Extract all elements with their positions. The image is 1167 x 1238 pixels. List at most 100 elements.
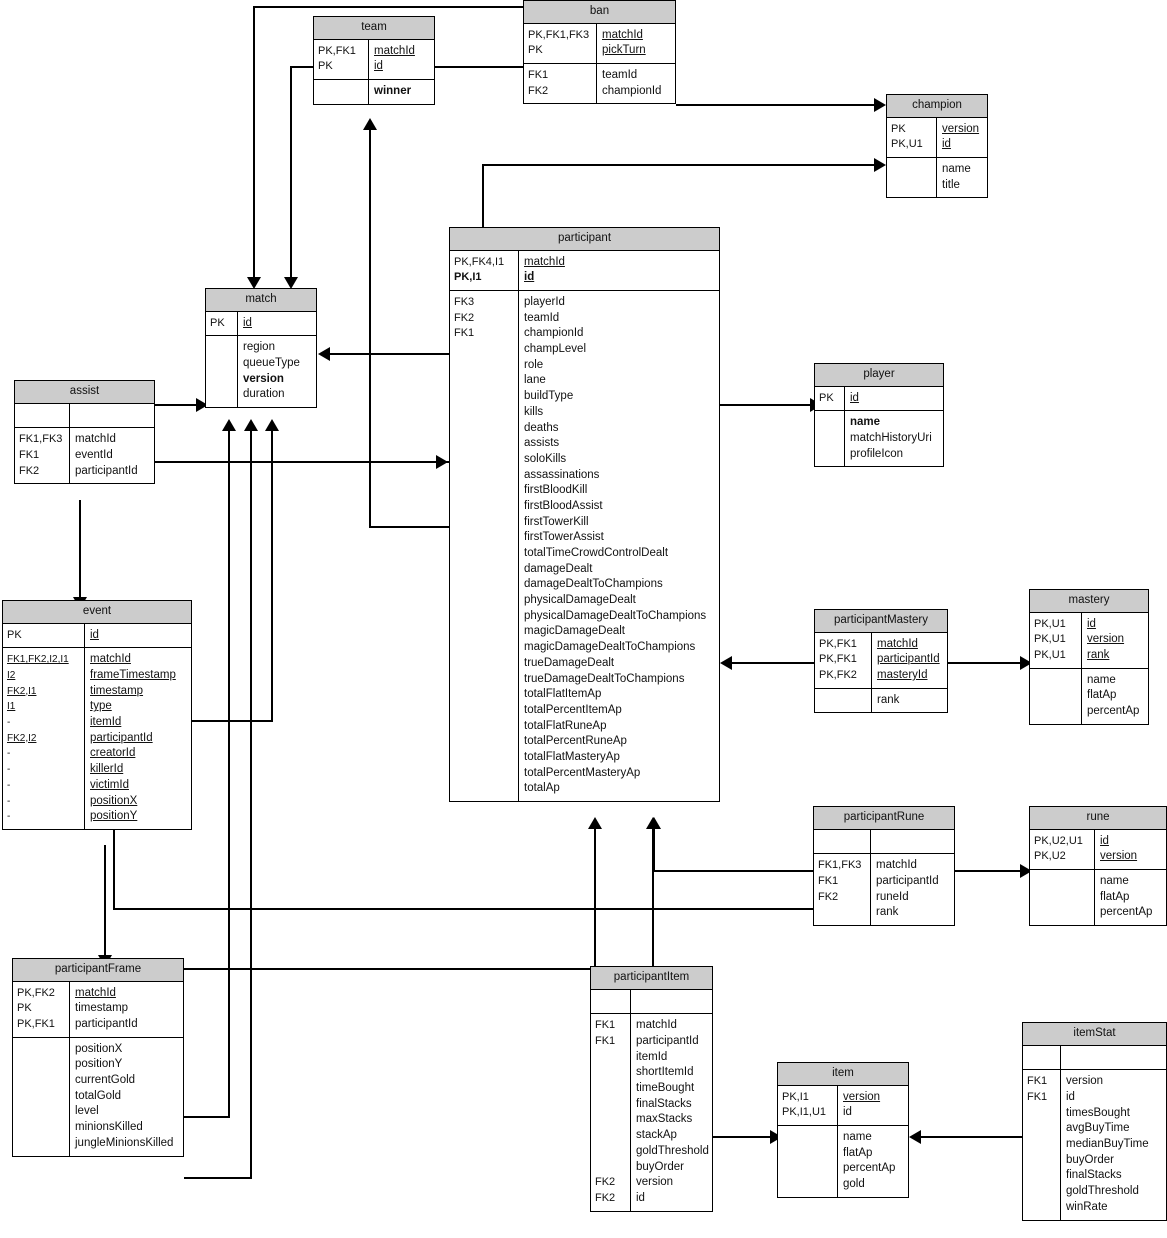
entity-rune-attr-attrs: name flatAp percentAp [1100, 875, 1153, 919]
entity-team-attr-section: winner [314, 80, 434, 104]
arrow-pframe-match-1 [222, 419, 236, 431]
entity-player-attr-attrs: name matchHistoryUri profileIcon [850, 416, 932, 460]
entity-participantmastery-attr-attrs: rank [877, 693, 900, 706]
entity-champion-title: champion [887, 95, 987, 118]
entity-rune[interactable]: rune PK,U2,U1 PK,U2 id version name flatAp… [1029, 806, 1167, 927]
entity-player[interactable]: player PK id name matchHistoryUri profil… [814, 363, 944, 468]
entity-event-pk-section: PK id [3, 623, 191, 649]
entity-assist-title: assist [15, 381, 154, 404]
entity-participantitem-attr-section: FK1 FK1 FK2 FK2 matchId participantId it… [591, 1014, 712, 1211]
entity-assist[interactable]: assist FK1,FK3 FK1 FK2 matchId eventId parti… [14, 380, 155, 485]
entity-participantitem[interactable]: participantItem FK1 FK1 FK2 FK2 matchId … [590, 966, 713, 1212]
entity-ban-attr-keys: FK1 FK2 [524, 64, 597, 104]
entity-match[interactable]: match PK id region queueType version dur… [205, 288, 317, 409]
entity-participantrune-attr-keys: FK1,FK3 FK1 FK2 [814, 854, 871, 926]
entity-player-pk-section: PK id [815, 386, 943, 412]
entity-itemstat-title: itemStat [1023, 1023, 1166, 1046]
entity-champion-attr-section: name title [887, 158, 987, 198]
entity-ban-attr-attrs: teamId championId [602, 69, 662, 97]
entity-participantmastery-attr-section: rank [815, 688, 947, 713]
entity-rune-attr-keys [1030, 870, 1095, 926]
entity-match-title: match [206, 289, 316, 312]
entity-mastery[interactable]: mastery PK,U1 PK,U1 PK,U1 id version ran… [1029, 589, 1149, 725]
entity-item-pk-keys: PK,I1 PK,I1,U1 [778, 1085, 838, 1126]
entity-participantmastery-attr-keys [815, 688, 872, 713]
arrow-participant-match [318, 347, 330, 361]
entity-participantmastery-pk-attrs: matchId participantId masteryId [877, 637, 940, 682]
entity-player-attr-section: name matchHistoryUri profileIcon [815, 411, 943, 467]
entity-match-attr-attrs: region queueType version duration [243, 341, 300, 401]
entity-team-pk-attrs: matchId id [374, 44, 415, 73]
entity-event[interactable]: event PK id FK1,FK2,I2,I1 I2 FK2,I1 I1 -… [2, 600, 192, 830]
entity-participant[interactable]: participant PK,FK4,I1 PK,I1 matchId id FK3… [449, 227, 720, 803]
entity-item-title: item [778, 1063, 908, 1086]
entity-rune-pk-section: PK,U2,U1 PK,U2 id version [1030, 829, 1166, 871]
entity-event-attr-attrs: matchId frameTimestamp timestamp type it… [90, 653, 176, 823]
entity-rune-attr-section: name flatAp percentAp [1030, 870, 1166, 926]
entity-item[interactable]: item PK,I1 PK,I1,U1 version id name flatAp… [777, 1062, 909, 1198]
line-participant-team-v [369, 130, 371, 527]
entity-event-attr-section: FK1,FK2,I2,I1 I2 FK2,I1 I1 - FK2,I2 - - … [3, 648, 191, 829]
entity-participant-attr-keys: FK3 FK2 FK1 [450, 291, 519, 802]
entity-ban-pk-keys: PK,FK1,FK3 PK [524, 23, 597, 64]
entity-rune-pk-keys: PK,U2,U1 PK,U2 [1030, 829, 1095, 870]
entity-mastery-attr-keys [1030, 668, 1082, 724]
entity-participantitem-pk-attrs [631, 990, 712, 1014]
line-event-match-v [271, 430, 273, 722]
line-assist-participant [155, 461, 450, 463]
line-participant-champion-h [482, 164, 876, 166]
line-pframe-match-h1 [184, 1116, 230, 1118]
arrow-event-match [265, 419, 279, 431]
line-pmastery-participant [732, 662, 814, 664]
entity-participantrune[interactable]: participantRune FK1,FK3 FK1 FK2 matchId … [813, 806, 955, 927]
entity-participantmastery-pk-section: PK,FK1 PK,FK1 PK,FK2 matchId participant… [815, 632, 947, 689]
entity-mastery-attr-section: name flatAp percentAp [1030, 668, 1148, 724]
entity-assist-pk-attrs [70, 404, 154, 428]
entity-participantrune-pk-attrs [871, 830, 954, 854]
entity-assist-attr-section: FK1,FK3 FK1 FK2 matchId eventId participantI… [15, 428, 154, 484]
entity-itemstat-attr-attrs: version id timesBought avgBuyTime median… [1066, 1075, 1149, 1213]
entity-assist-pk-keys [15, 403, 70, 428]
entity-event-attr-keys: FK1,FK2,I2,I1 I2 FK2,I1 I1 - FK2,I2 - - … [3, 648, 85, 829]
line-assist-event [79, 500, 81, 600]
line-pmastery-mastery [948, 662, 1024, 664]
entity-match-pk-section: PK id [206, 311, 316, 337]
entity-itemstat[interactable]: itemStat FK1 FK1 version id timesBought … [1022, 1022, 1167, 1221]
entity-ban-title: ban [524, 1, 675, 24]
line-prune-rune [955, 870, 1025, 872]
entity-item-attr-keys [778, 1126, 838, 1197]
entity-ban[interactable]: ban PK,FK1,FK3 PK matchId pickTurn FK1 FK2 … [523, 0, 676, 105]
line-ban-team [435, 66, 523, 68]
entity-match-pk-attrs: id [243, 316, 252, 329]
entity-champion[interactable]: champion PK PK,U1 version id name title [886, 94, 988, 199]
entity-itemstat-attr-section: FK1 FK1 version id timesBought avgBuyTim… [1023, 1070, 1166, 1220]
line-pframe-match-v1 [228, 430, 230, 1118]
entity-participantframe[interactable]: participantFrame PK,FK2 PK PK,FK1 matchI… [12, 958, 184, 1157]
entity-participant-pk-attrs: matchId id [524, 255, 565, 284]
entity-item-attr-section: name flatAp percentAp gold [778, 1126, 908, 1197]
entity-team-pk-section: PK,FK1 PK matchId id [314, 39, 434, 81]
line-pitem-item [712, 1136, 774, 1138]
entity-assist-attr-keys: FK1,FK3 FK1 FK2 [15, 428, 70, 484]
line-prune-participant-h1 [653, 870, 813, 872]
arrow-pitem-participant [646, 817, 660, 829]
entity-ban-pk-section: PK,FK1,FK3 PK matchId pickTurn [524, 23, 675, 65]
entity-participant-title: participant [450, 228, 719, 251]
entity-participantitem-title: participantItem [591, 967, 712, 990]
entity-participantmastery[interactable]: participantMastery PK,FK1 PK,FK1 PK,FK2 … [814, 609, 948, 714]
entity-team-pk-keys: PK,FK1 PK [314, 39, 369, 80]
entity-participantframe-attr-section: positionX positionY currentGold totalGol… [13, 1037, 183, 1156]
line-participant-player [720, 404, 814, 406]
entity-team[interactable]: team PK,FK1 PK matchId id winner [313, 16, 435, 105]
entity-itemstat-pk-attrs [1061, 1046, 1166, 1070]
entity-mastery-pk-attrs: id version rank [1087, 617, 1125, 662]
entity-participantframe-pk-section: PK,FK2 PK PK,FK1 matchId timestamp parti… [13, 981, 183, 1038]
entity-assist-attr-attrs: matchId eventId participantId [75, 433, 138, 477]
entity-participantitem-pk-keys [591, 989, 631, 1014]
arrow-assist-participant [436, 455, 448, 469]
entity-participantrune-pk-section [814, 829, 954, 855]
entity-mastery-title: mastery [1030, 590, 1148, 613]
entity-match-pk-keys: PK [206, 311, 238, 336]
line-itemstat-item [921, 1136, 1023, 1138]
entity-participantrune-title: participantRune [814, 807, 954, 830]
